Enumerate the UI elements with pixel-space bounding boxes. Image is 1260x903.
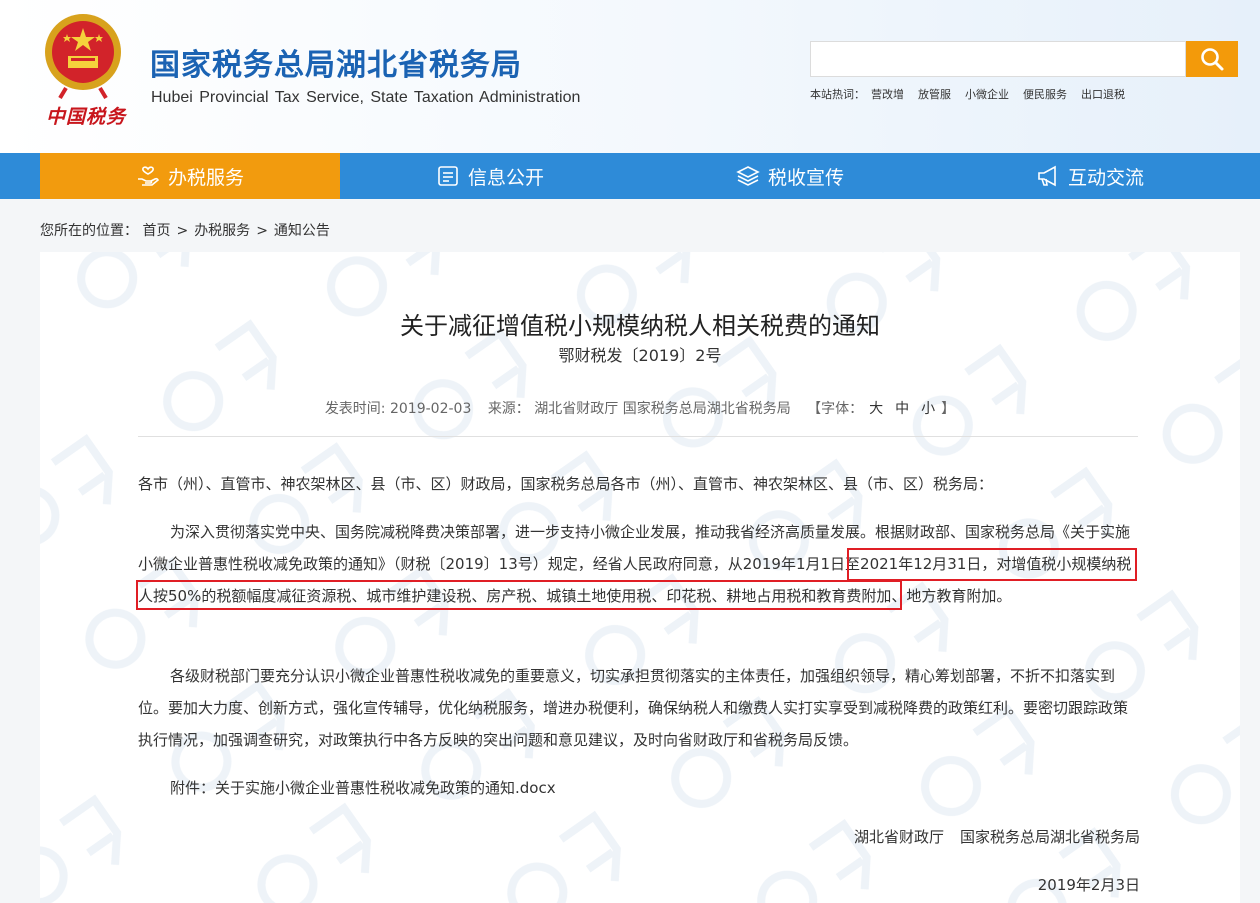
hot-word-link[interactable]: 营改增 [871, 86, 904, 102]
nav-item-interaction[interactable]: 互动交流 [940, 153, 1240, 199]
nav-label: 信息公开 [467, 166, 544, 189]
article-title: 关于减征增值税小规模纳税人相关税费的通知 [400, 312, 880, 340]
search-input[interactable] [810, 41, 1186, 77]
megaphone-icon [1038, 165, 1056, 187]
hot-word-link[interactable]: 放管服 [918, 86, 951, 102]
nav-label: 互动交流 [1067, 166, 1144, 189]
nav-item-tax-service[interactable]: 办税服务 [40, 153, 340, 199]
divider [138, 436, 1138, 437]
site-subtitle: Hubei Provincial Tax Service, State Taxa… [151, 89, 581, 106]
body-paragraph-1: 为深入贯彻落实党中央、国务院减税降费决策部署，进一步支持小微企业发展，推动我省经… [138, 523, 1132, 605]
site-header: 中国税务 国家税务总局湖北省税务局 Hubei Provincial Tax S… [0, 0, 1260, 153]
search-icon [1201, 48, 1224, 71]
publish-label: 发表时间: [324, 401, 386, 417]
body-paragraph-2: 各级财税部门要充分认识小微企业普惠性税收减免的重要意义，切实承担贯彻落实的主体责… [138, 667, 1129, 749]
signature-date: 2019年2月3日 [1037, 876, 1140, 894]
national-emblem-icon [45, 14, 121, 100]
attachment-line: 附件：关于实施小微企业普惠性税收减免政策的通知.docx [138, 772, 1170, 804]
nav-item-info-disclosure[interactable]: 信息公开 [340, 153, 640, 199]
layers-icon [736, 166, 760, 186]
document-number: 鄂财税发〔2019〕2号 [558, 346, 722, 365]
breadcrumb-tax-service[interactable]: 办税服务 [194, 223, 250, 239]
main-nav: 办税服务 信息公开 税收宣传 互动交流 [0, 153, 1260, 199]
hot-words: 本站热词： 营改增 放管服 小微企业 便民服务 出口退税 [810, 86, 1139, 102]
info-board-icon [438, 166, 458, 186]
publish-date: 2019-02-03 [389, 401, 472, 417]
nav-label: 税收宣传 [767, 166, 844, 189]
site-title[interactable]: 国家税务总局湖北省税务局 [150, 40, 522, 84]
font-size-label: 【字体： [807, 401, 864, 417]
nav-label: 办税服务 [167, 166, 244, 189]
font-size-large[interactable]: 大 [869, 401, 883, 417]
hot-word-link[interactable]: 便民服务 [1023, 86, 1067, 102]
signature: 湖北省财政厅 国家税务总局湖北省税务局 [854, 826, 1140, 847]
logo-script-text: 中国税务 [46, 106, 127, 128]
breadcrumb: 您所在的位置： 首页 > 办税服务 > 通知公告 [40, 220, 330, 240]
breadcrumb-notices[interactable]: 通知公告 [274, 223, 330, 239]
attachment-label: 附件： [170, 779, 216, 797]
font-size-small[interactable]: 小 [921, 401, 935, 417]
hot-word-link[interactable]: 出口退税 [1081, 86, 1125, 102]
article-meta: 发表时间: 2019-02-03 来源： 湖北省财政厅 国家税务总局湖北省税务局… [40, 398, 1240, 418]
signer-tax-bureau: 国家税务总局湖北省税务局 [959, 828, 1140, 846]
hot-words-label: 本站热词： [810, 88, 865, 101]
breadcrumb-separator: > [176, 223, 189, 239]
font-size-label-close: 】 [941, 401, 956, 417]
breadcrumb-home[interactable]: 首页 [142, 223, 170, 239]
article-panel: 关于减征增值税小规模纳税人相关税费的通知 鄂财税发〔2019〕2号 发表时间: … [40, 252, 1240, 903]
hand-heart-icon [137, 166, 159, 186]
font-size-medium[interactable]: 中 [895, 401, 909, 417]
breadcrumb-label: 您所在的位置： [40, 223, 138, 239]
hot-word-link[interactable]: 小微企业 [965, 86, 1009, 102]
source-label: 来源： [487, 401, 530, 417]
attachment-link[interactable]: 关于实施小微企业普惠性税收减免政策的通知.docx [215, 779, 556, 797]
breadcrumb-separator: > [256, 223, 268, 239]
search-button[interactable] [1186, 41, 1238, 77]
nav-item-tax-publicity[interactable]: 税收宣传 [640, 153, 940, 199]
signer-finance: 湖北省财政厅 [853, 828, 944, 846]
greeting-paragraph: 各市（州）、直管市、神农架林区、县（市、区）财政局，国家税务总局各市（州）、直管… [138, 475, 994, 493]
source-value: 湖北省财政厅 国家税务总局湖北省税务局 [534, 401, 791, 417]
